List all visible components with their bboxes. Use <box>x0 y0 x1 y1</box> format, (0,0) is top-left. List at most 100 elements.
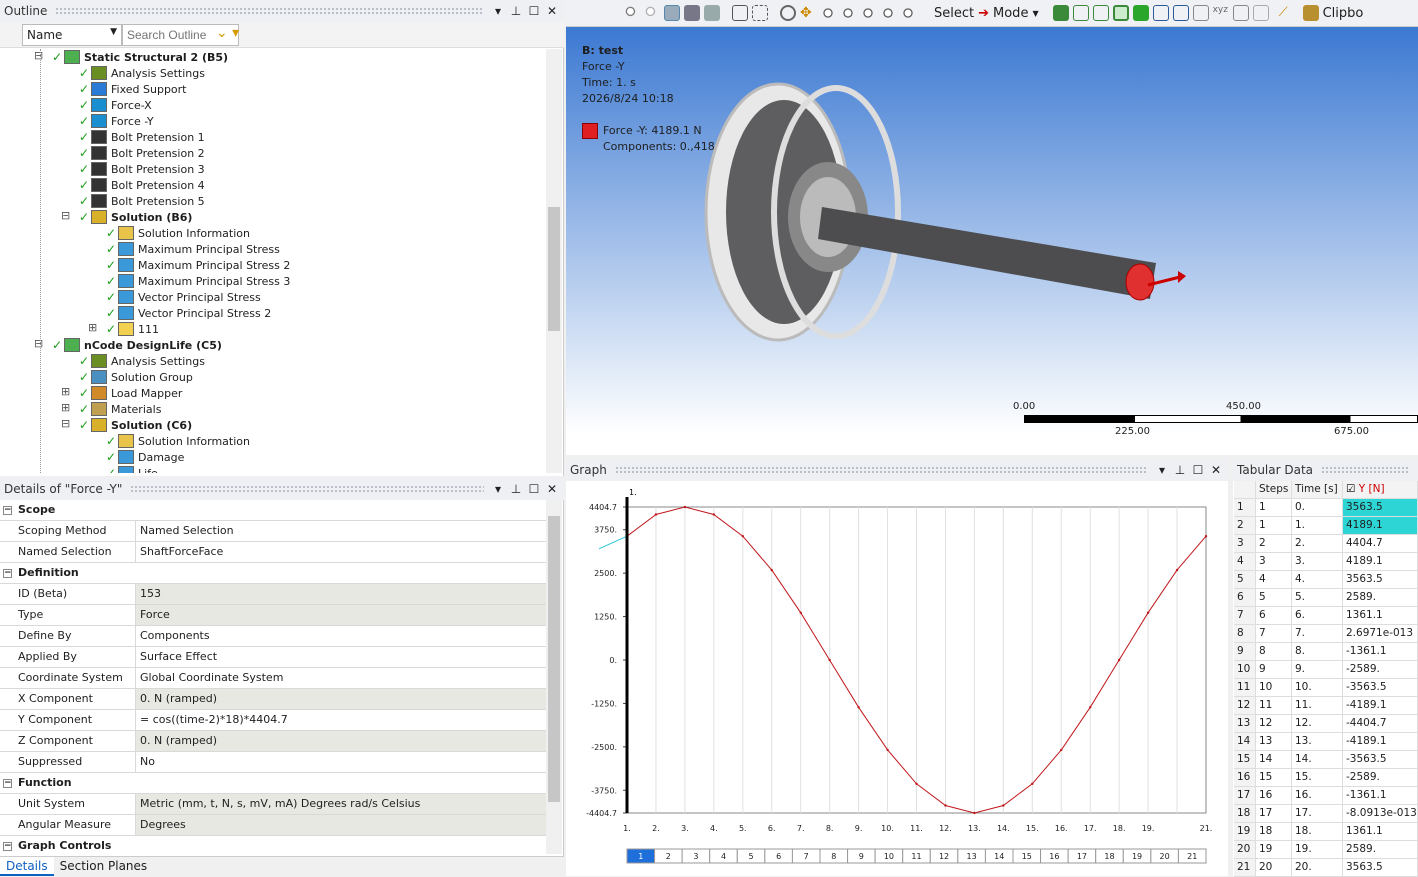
property-value[interactable]: 0. N (ramped) <box>136 731 546 751</box>
table-row[interactable]: 17 16 16. -1361.1 <box>1234 787 1418 805</box>
details-section[interactable]: Graph Controls − <box>0 836 546 854</box>
property-value[interactable]: Global Coordinate System <box>136 668 546 688</box>
clipboard-icon[interactable] <box>1302 5 1319 21</box>
table-row[interactable]: 3 2 2. 4404.7 <box>1234 535 1418 553</box>
details-row[interactable]: Y Component = cos((time-2)*18)*4404.7 <box>0 710 546 731</box>
table-row[interactable]: 2 1 1. 4189.1 <box>1234 517 1418 535</box>
zoom-all-icon[interactable] <box>880 5 896 21</box>
table-row[interactable]: 10 9 9. -2589. <box>1234 661 1418 679</box>
property-value[interactable]: 153 <box>136 584 546 604</box>
graphics-viewport[interactable]: B: test Force -Y Time: 1. s 2026/8/24 10… <box>566 27 1418 455</box>
face-icon[interactable] <box>1112 5 1129 21</box>
zoom-icon[interactable] <box>820 5 836 21</box>
col-steps[interactable]: Steps <box>1256 481 1292 498</box>
property-value[interactable]: Force <box>136 605 546 625</box>
dropdown-icon[interactable]: ▾ <box>1156 463 1168 477</box>
property-value[interactable]: No <box>136 752 546 772</box>
tree-item[interactable]: ✓ Vector Principal Stress 2 <box>106 305 271 321</box>
tree-item[interactable]: ✓ Analysis Settings <box>79 65 205 81</box>
expand-icon[interactable]: ⊞ <box>88 321 97 334</box>
filter-type-combo[interactable]: Name ▼ <box>22 24 122 46</box>
property-value[interactable]: Components <box>136 626 546 646</box>
table-row[interactable]: 9 8 8. -1361.1 <box>1234 643 1418 661</box>
tree-item[interactable]: ✓ Fixed Support <box>79 81 187 97</box>
label-icon[interactable] <box>1252 5 1269 21</box>
tree-item[interactable]: ✓ Bolt Pretension 1 <box>79 129 205 145</box>
close-icon[interactable]: ✕ <box>546 4 558 18</box>
property-value[interactable]: Named Selection <box>136 521 546 541</box>
details-row[interactable]: Applied By Surface Effect <box>0 647 546 668</box>
pin-icon[interactable]: ⊥ <box>510 482 522 496</box>
tree-item[interactable]: ✓ Bolt Pretension 4 <box>79 177 205 193</box>
mode-menu[interactable]: Mode <box>993 6 1028 21</box>
tree-item[interactable]: ⊞ ✓ Load Mapper <box>61 385 182 401</box>
details-row[interactable]: Define By Components <box>0 626 546 647</box>
select-mode-icon[interactable] <box>1052 5 1069 21</box>
property-value[interactable]: Surface Effect <box>136 647 546 667</box>
details-row[interactable]: Suppressed No <box>0 752 546 773</box>
outline-scroll-thumb[interactable] <box>548 207 560 331</box>
tree-item[interactable]: ✓ Solution Information <box>106 433 250 449</box>
element-icon[interactable] <box>1172 5 1189 21</box>
edge-icon[interactable] <box>1092 5 1109 21</box>
expand-icon[interactable]: ⊞ <box>61 385 70 398</box>
table-row[interactable]: 4 3 3. 4189.1 <box>1234 553 1418 571</box>
xyz-icon[interactable]: xyz <box>1213 5 1229 21</box>
tab-details[interactable]: Details <box>0 857 54 876</box>
tree-item[interactable]: ✓ Analysis Settings <box>79 353 205 369</box>
details-row[interactable]: Named Selection ShaftForceFace <box>0 542 546 563</box>
chart-icon[interactable]: ⟋ <box>1279 5 1295 21</box>
fit-icon[interactable] <box>704 5 720 21</box>
collapse-icon[interactable]: ⊟ <box>61 417 70 430</box>
details-row[interactable]: Unit System Metric (mm, t, N, s, mV, mA) … <box>0 794 546 815</box>
maximize-icon[interactable]: ☐ <box>1192 463 1204 477</box>
property-value[interactable]: ShaftForceFace <box>136 542 546 562</box>
tree-item[interactable]: ✓ Force-X <box>79 97 152 113</box>
details-row[interactable]: Z Component 0. N (ramped) <box>0 731 546 752</box>
close-icon[interactable]: ✕ <box>546 482 558 496</box>
expand-icon[interactable]: ⊞ <box>61 401 70 414</box>
details-section[interactable]: Definition − <box>0 563 546 584</box>
tree-item[interactable]: ✓ Bolt Pretension 2 <box>79 145 205 161</box>
pan-icon[interactable]: ✥ <box>800 5 816 21</box>
details-row[interactable]: X Component 0. N (ramped) <box>0 689 546 710</box>
table-row[interactable]: 19 18 18. 1361.1 <box>1234 823 1418 841</box>
body-icon[interactable] <box>1132 5 1149 21</box>
tree-item[interactable]: ⊟ ✓ nCode DesignLife (C5) <box>34 337 222 353</box>
collapse-icon[interactable]: − <box>3 506 12 515</box>
collapse-icon[interactable]: − <box>3 569 12 578</box>
details-scrollbar[interactable] <box>546 500 562 854</box>
force-chart[interactable]: 4404.7 3750. 2500. 1250. 0. -1250. -2500. -3750… <box>566 481 1228 876</box>
tree-item[interactable]: ✓ Maximum Principal Stress 2 <box>106 257 290 273</box>
property-value[interactable]: Degrees <box>136 815 546 835</box>
details-section[interactable]: Function − <box>0 773 546 794</box>
tree-item[interactable]: ✓ Damage <box>106 449 184 465</box>
table-row[interactable]: 7 6 6. 1361.1 <box>1234 607 1418 625</box>
table-row[interactable]: 12 11 11. -4189.1 <box>1234 697 1418 715</box>
table-row[interactable]: 14 13 13. -4189.1 <box>1234 733 1418 751</box>
close-icon[interactable]: ✕ <box>1210 463 1222 477</box>
col-time[interactable]: Time [s] <box>1292 481 1343 498</box>
table-row[interactable]: 16 15 15. -2589. <box>1234 769 1418 787</box>
dropdown-icon[interactable]: ▾ <box>492 4 504 18</box>
pin-icon[interactable]: ⊥ <box>1174 463 1186 477</box>
tree-item[interactable]: ✓ Maximum Principal Stress 3 <box>106 273 290 289</box>
table-row[interactable]: 20 19 19. 2589. <box>1234 841 1418 859</box>
tree-item[interactable]: ✓ Vector Principal Stress <box>106 289 261 305</box>
table-row[interactable]: 8 7 7. 2.6971e-013 <box>1234 625 1418 643</box>
table-row[interactable]: 1 1 0. 3563.5 <box>1234 499 1418 517</box>
annotation-icon[interactable] <box>1232 5 1249 21</box>
clipboard-menu[interactable]: Clipbo <box>1323 6 1364 21</box>
details-scroll-thumb[interactable] <box>548 516 560 802</box>
column-checkbox-icon[interactable]: ☑ <box>1346 483 1359 495</box>
collapse-icon[interactable]: ⊟ <box>34 49 43 62</box>
property-value[interactable]: 0. N (ramped) <box>136 689 546 709</box>
collapse-icon[interactable]: ⊟ <box>61 209 70 222</box>
collapse-icon[interactable]: − <box>3 842 12 851</box>
tree-item[interactable]: ⊟ ✓ Static Structural 2 (B5) <box>34 49 228 65</box>
collapse-icon[interactable]: − <box>3 779 12 788</box>
details-row[interactable]: Coordinate System Global Coordinate Syste… <box>0 668 546 689</box>
zoom-in-icon[interactable] <box>624 5 640 21</box>
col-y[interactable]: ☑ Y [N] <box>1343 481 1418 498</box>
rotate-icon[interactable] <box>780 5 796 21</box>
